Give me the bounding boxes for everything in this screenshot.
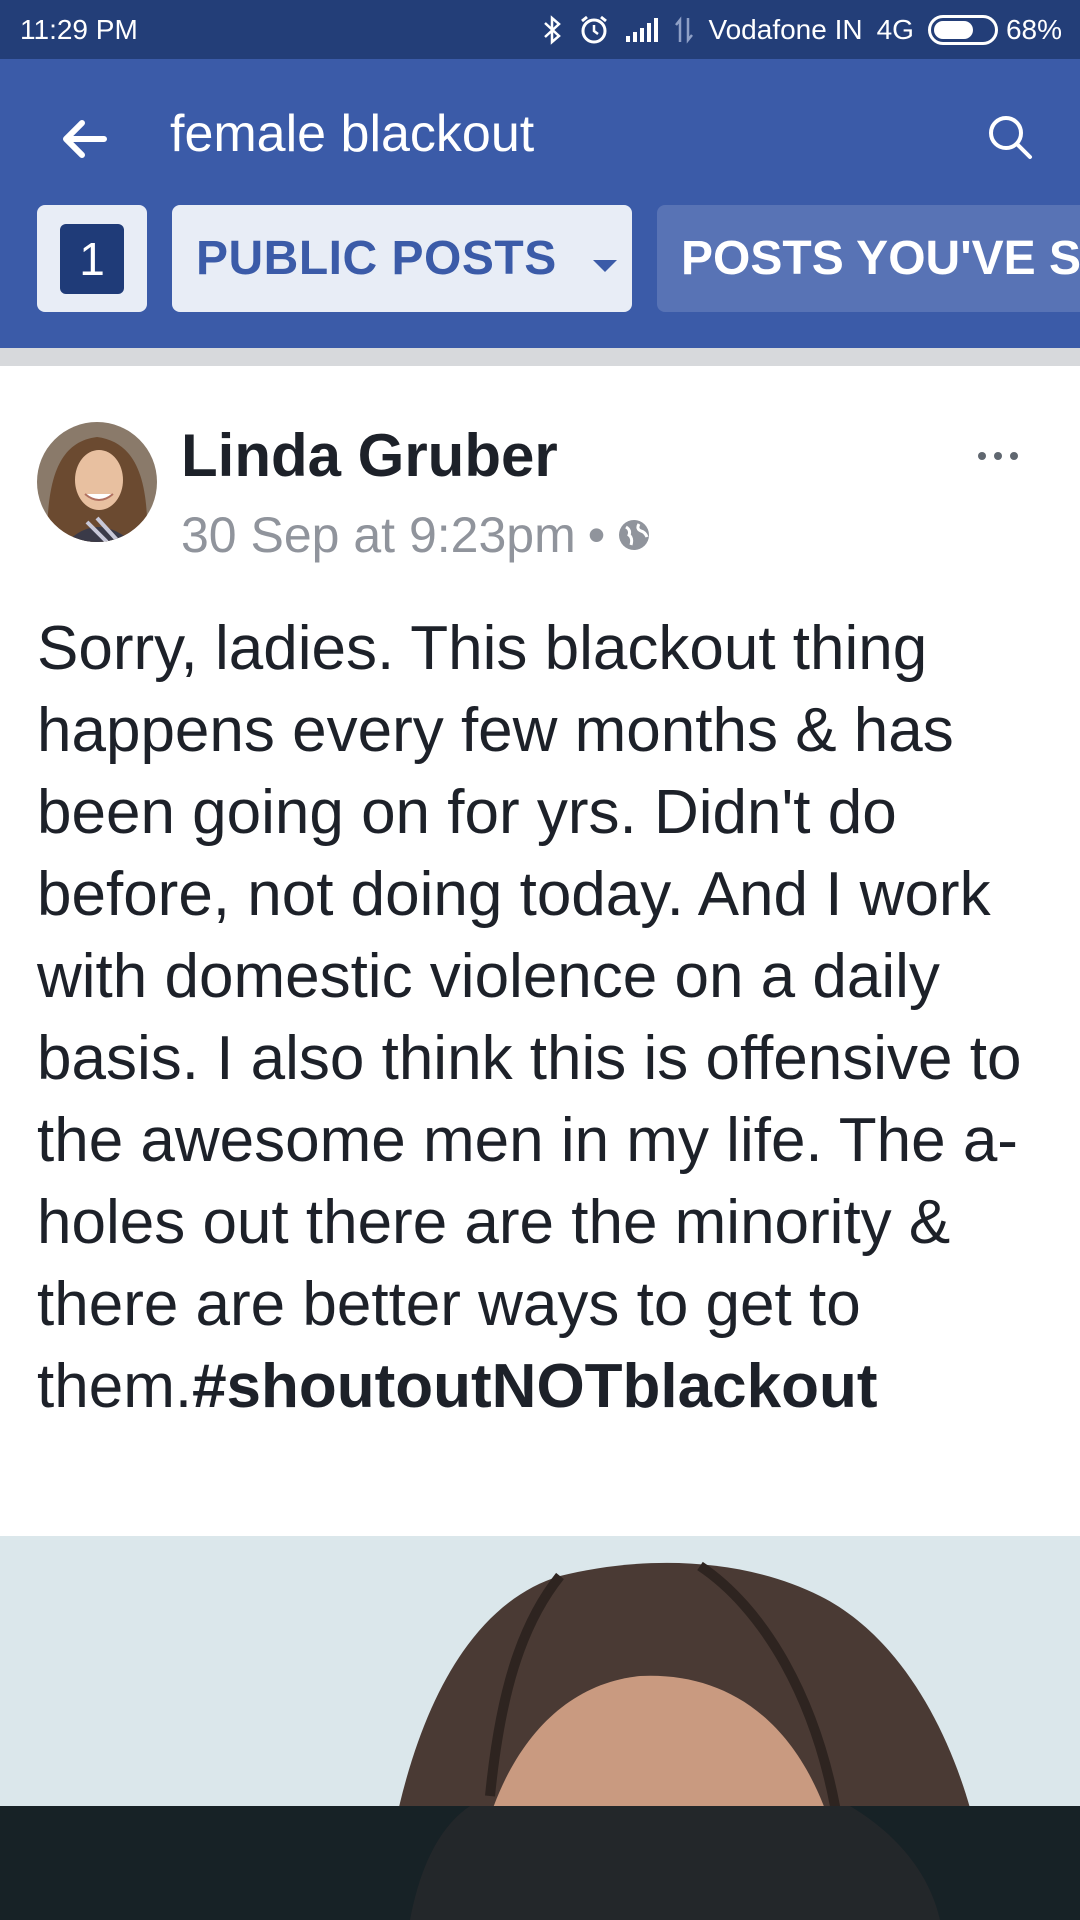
data-transfer-icon <box>674 15 694 44</box>
battery-level <box>933 20 974 39</box>
filter-count-button[interactable]: 1 <box>37 205 147 312</box>
alarm-icon <box>578 14 610 46</box>
signal-icon <box>624 17 660 42</box>
status-indicators: Vodafone IN 4G 68% <box>542 14 1062 46</box>
globe-icon <box>617 506 651 564</box>
post-meta: 30 Sep at 9:23pm • <box>181 506 651 564</box>
post-card: Linda Gruber 30 Sep at 9:23pm • Sorry, l… <box>0 366 1080 1536</box>
bluetooth-icon <box>542 14 564 45</box>
avatar[interactable] <box>37 422 157 542</box>
back-arrow-icon <box>63 120 107 158</box>
meta-separator: • <box>587 507 606 563</box>
post-image[interactable] <box>0 1536 1080 1920</box>
battery-indicator: 68% <box>927 13 1062 46</box>
back-button[interactable] <box>52 107 116 171</box>
carrier-name: Vodafone IN <box>708 13 863 45</box>
post-timestamp[interactable]: 30 Sep at 9:23pm <box>181 506 576 564</box>
more-dot <box>1010 452 1018 460</box>
section-divider <box>0 348 1080 366</box>
search-button[interactable] <box>978 105 1042 169</box>
search-app-bar: female blackout 1 PUBLIC POSTS POSTS YOU… <box>0 59 1080 348</box>
more-horizontal-icon <box>978 452 986 460</box>
caret-down-icon <box>591 231 619 286</box>
post-body-text: Sorry, ladies. This blackout thing happe… <box>37 614 1022 1421</box>
network-type: 4G <box>876 13 914 45</box>
post-hashtag[interactable]: #shoutoutNOTblackout <box>192 1352 877 1421</box>
more-dot <box>994 452 1002 460</box>
status-time: 11:29 PM <box>20 13 138 45</box>
search-icon <box>989 116 1032 159</box>
post-options-button[interactable] <box>968 436 1028 476</box>
post-body: Sorry, ladies. This blackout thing happe… <box>37 608 1047 1428</box>
battery-percent: 68% <box>1005 13 1062 45</box>
public-posts-filter[interactable]: PUBLIC POSTS <box>172 205 632 312</box>
filter-count-badge: 1 <box>60 223 124 294</box>
posts-youve-seen-label: POSTS YOU'VE SE <box>681 232 1080 285</box>
battery-icon <box>927 14 998 45</box>
search-query-field[interactable]: female blackout <box>170 104 534 164</box>
posts-youve-seen-filter[interactable]: POSTS YOU'VE SE <box>657 205 1080 312</box>
post-author[interactable]: Linda Gruber <box>181 421 558 490</box>
public-posts-label: PUBLIC POSTS <box>196 232 557 285</box>
status-bar: 11:29 PM Vodafone IN 4G 68% <box>0 0 1080 59</box>
